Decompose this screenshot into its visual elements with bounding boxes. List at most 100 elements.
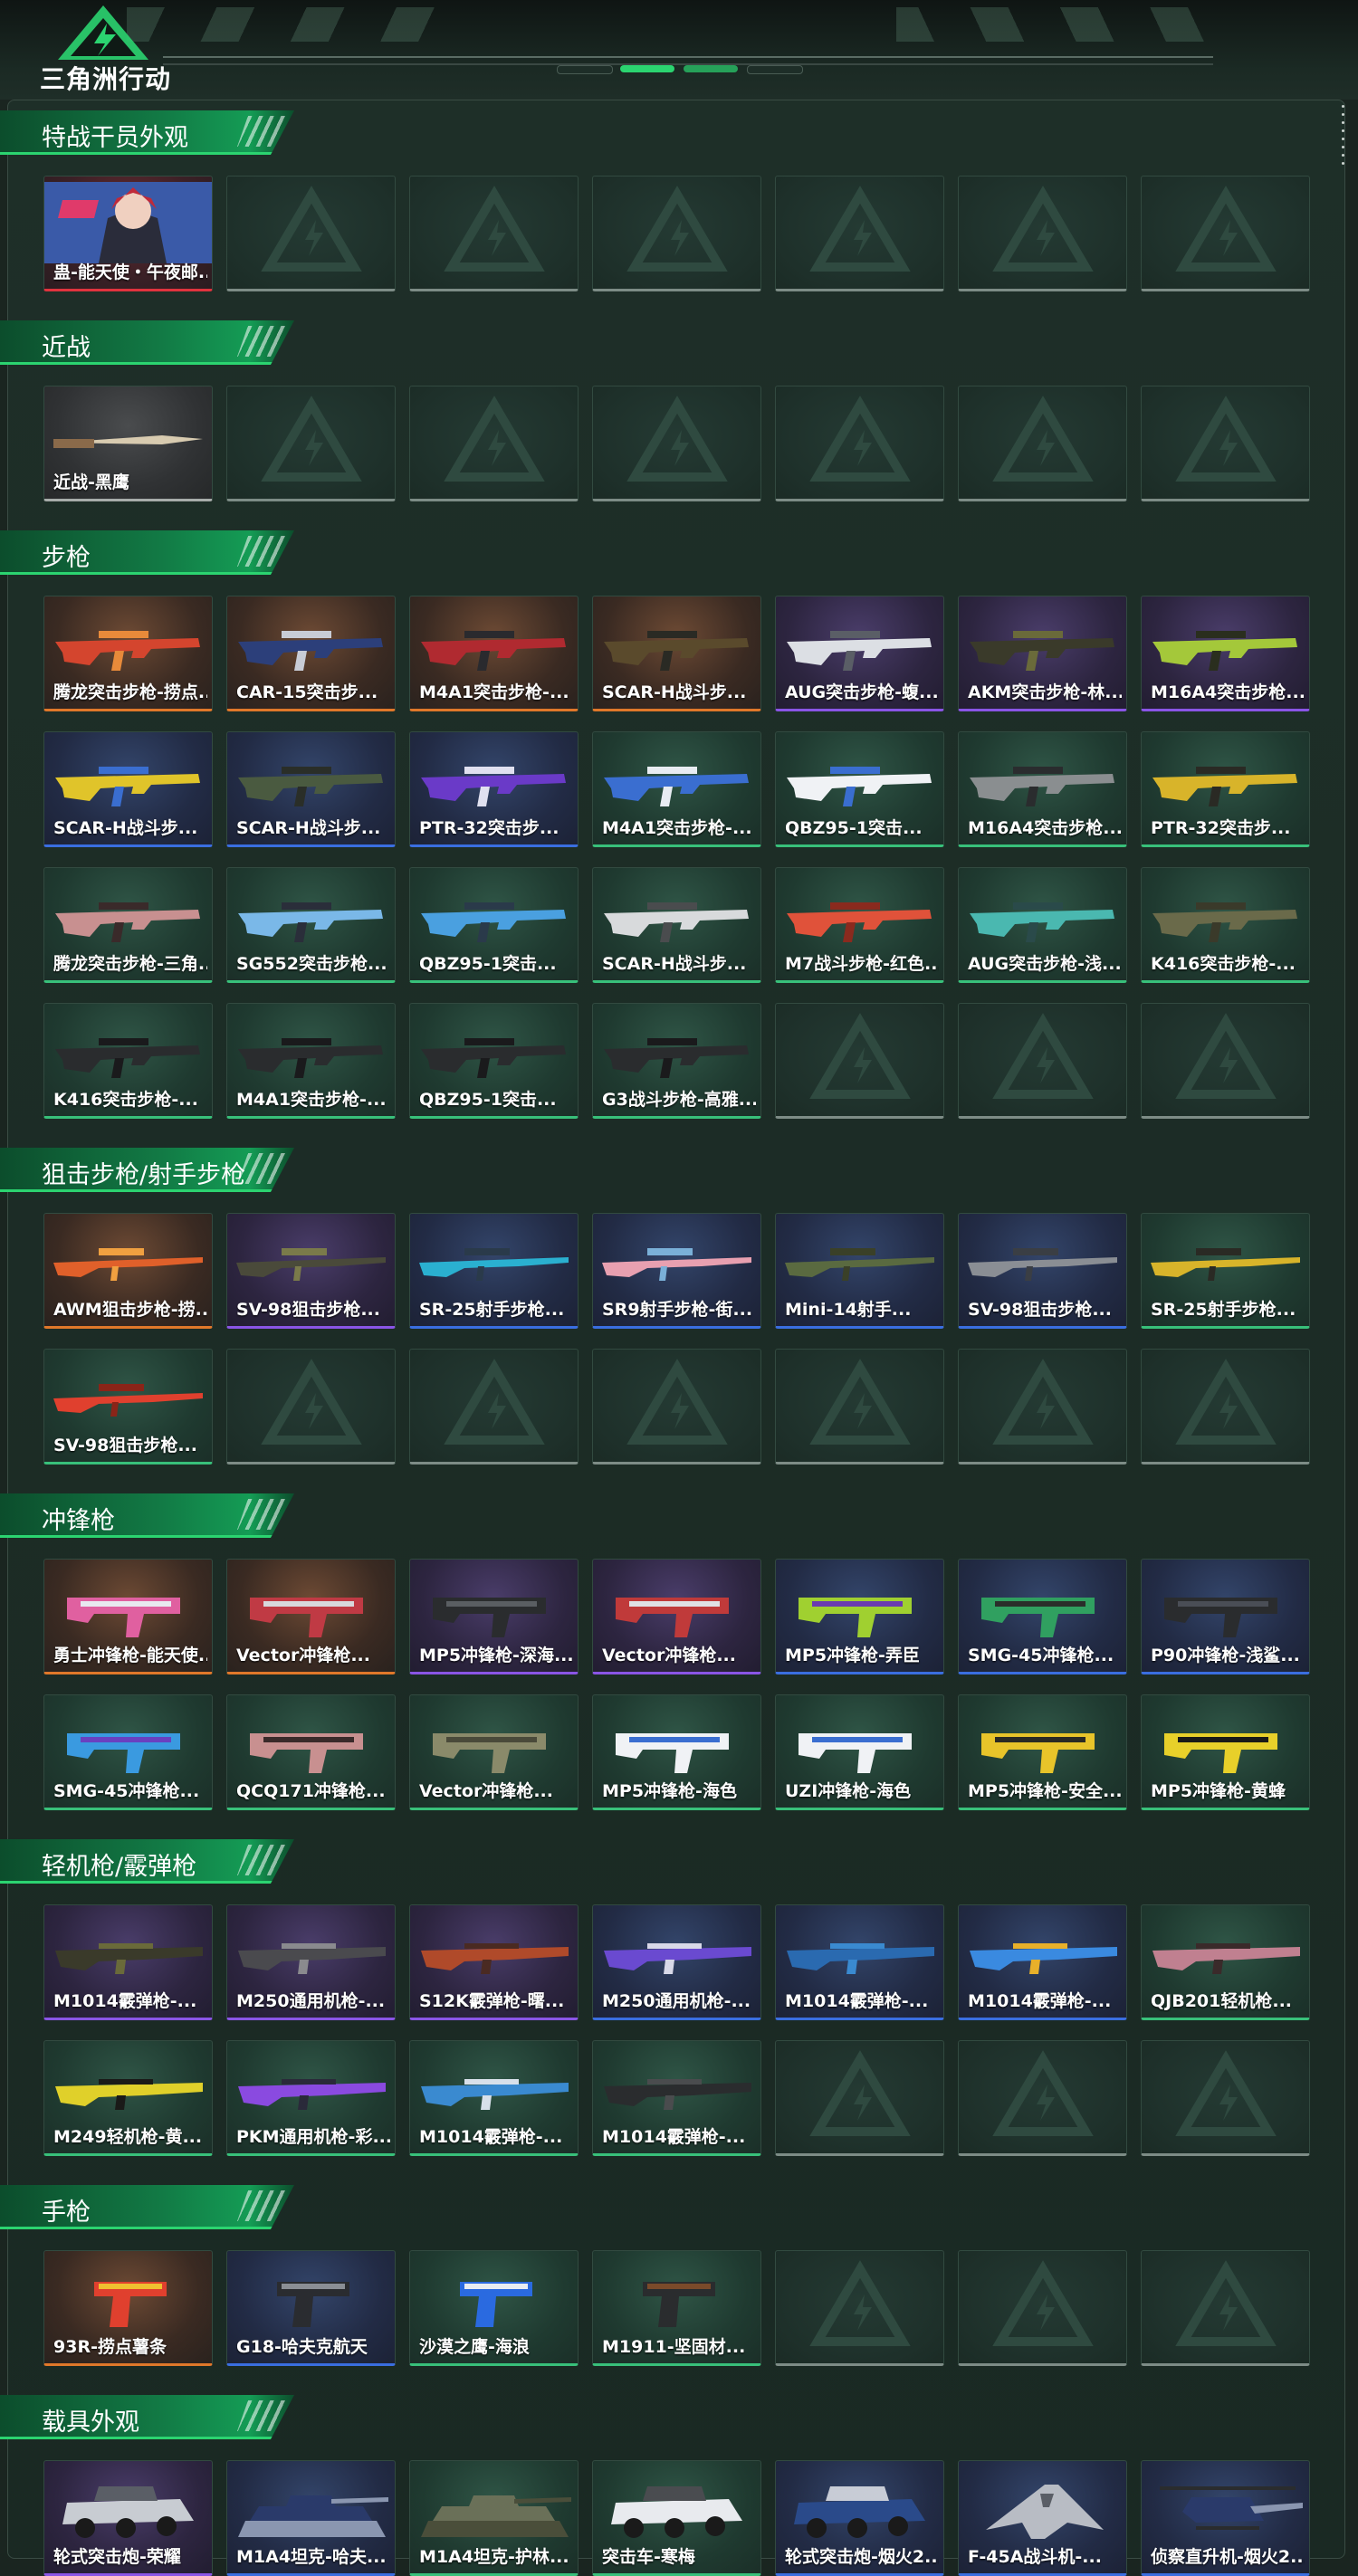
locked-slot-icon xyxy=(1175,1013,1277,1099)
item-card[interactable]: SMG-45冲锋枪... xyxy=(43,1694,213,1810)
item-card[interactable]: G18-哈夫克航天 xyxy=(226,2250,396,2366)
locked-slot-icon xyxy=(809,186,911,272)
item-card[interactable]: M1014霰弹枪-... xyxy=(592,2040,761,2156)
item-name: M16A4突击步枪... xyxy=(1151,682,1305,702)
item-card[interactable]: M1A4坦克-哈夫... xyxy=(226,2460,396,2576)
item-card[interactable]: 腾龙突击步枪-捞点... xyxy=(43,596,213,711)
item-card[interactable]: P90冲锋枪-浅鲨... xyxy=(1141,1559,1310,1674)
item-card[interactable]: MP5冲锋枪-海色 xyxy=(592,1694,761,1810)
item-card[interactable]: Vector冲锋枪... xyxy=(592,1559,761,1674)
item-card[interactable]: Mini-14射手... xyxy=(775,1213,944,1329)
item-card[interactable]: SCAR-H战斗步... xyxy=(592,596,761,711)
item-card[interactable]: 轮式突击炮-荣耀 xyxy=(43,2460,213,2576)
item-card[interactable]: Vector冲锋枪... xyxy=(226,1559,396,1674)
item-card[interactable]: SV-98狙击步枪... xyxy=(958,1213,1127,1329)
smg-icon xyxy=(433,1598,546,1637)
item-card[interactable]: M16A4突击步枪... xyxy=(958,731,1127,847)
item-name: M1014霰弹枪-... xyxy=(53,1991,197,2011)
section-title: 手枪 xyxy=(42,2199,91,2227)
item-card[interactable]: M1911-坚固材... xyxy=(592,2250,761,2366)
item-card[interactable]: M250通用机枪-... xyxy=(592,1904,761,2020)
item-card[interactable]: MP5冲锋枪-深海... xyxy=(409,1559,579,1674)
item-card[interactable]: 腾龙突击步枪-三角... xyxy=(43,867,213,983)
item-card[interactable]: G3战斗步枪-高雅... xyxy=(592,1003,761,1119)
shotgun-icon xyxy=(421,1943,569,1974)
item-card[interactable]: AUG突击步枪-浅... xyxy=(958,867,1127,983)
item-card[interactable]: M250通用机枪-... xyxy=(226,1904,396,2020)
rifle-icon xyxy=(604,902,749,942)
item-card[interactable]: K416突击步枪-... xyxy=(43,1003,213,1119)
item-card[interactable]: AUG突击步枪-蝮... xyxy=(775,596,944,711)
item-card[interactable]: MP5冲锋枪-安全... xyxy=(958,1694,1127,1810)
item-name: Vector冲锋枪... xyxy=(236,1646,370,1665)
item-card[interactable]: QJB201轻机枪... xyxy=(1141,1904,1310,2020)
item-card[interactable]: PTR-32突击步... xyxy=(409,731,579,847)
item-card[interactable]: Vector冲锋枪... xyxy=(409,1694,579,1810)
rifle-icon xyxy=(1152,631,1297,671)
item-card[interactable]: M1014霰弹枪-... xyxy=(775,1904,944,2020)
item-card[interactable]: M4A1突击步枪-... xyxy=(226,1003,396,1119)
item-card[interactable]: M4A1突击步枪-... xyxy=(592,731,761,847)
item-card[interactable]: AKM突击步枪-林... xyxy=(958,596,1127,711)
item-card[interactable]: UZI冲锋枪-海色 xyxy=(775,1694,944,1810)
item-name: QJB201轻机枪... xyxy=(1151,1991,1293,2011)
item-card[interactable]: 勇士冲锋枪-能天使... xyxy=(43,1559,213,1674)
item-name: SV-98狙击步枪... xyxy=(236,1300,380,1320)
item-card[interactable]: SV-98狙击步枪... xyxy=(43,1349,213,1465)
item-card[interactable]: SG552突击步枪... xyxy=(226,867,396,983)
rifle-icon xyxy=(604,631,749,671)
item-card[interactable]: SCAR-H战斗步... xyxy=(43,731,213,847)
item-card[interactable]: MP5冲锋枪-黄蜂 xyxy=(1141,1694,1310,1810)
item-card[interactable]: S12K霰弹枪-曙... xyxy=(409,1904,579,2020)
item-card[interactable]: 蛊-能天使・午夜邮... xyxy=(43,176,213,291)
item-name: F-45A战斗机-... xyxy=(968,2547,1102,2567)
locked-slot-icon xyxy=(626,396,728,482)
locked-slot-icon xyxy=(809,1359,911,1445)
item-card[interactable]: PKM通用机枪-彩... xyxy=(226,2040,396,2156)
item-card[interactable]: M1014霰弹枪-... xyxy=(958,1904,1127,2020)
item-card[interactable]: SR9射手步枪-街... xyxy=(592,1213,761,1329)
rifle-icon xyxy=(238,631,383,671)
item-name: G3战斗步枪-高雅... xyxy=(602,1090,756,1110)
rifle-icon xyxy=(970,902,1114,942)
item-card[interactable]: 侦察直升机-烟火2... xyxy=(1141,2460,1310,2576)
item-card[interactable]: SMG-45冲锋枪... xyxy=(958,1559,1127,1674)
item-card[interactable]: M1A4坦克-护林... xyxy=(409,2460,579,2576)
item-card[interactable]: SR-25射手步枪... xyxy=(409,1213,579,1329)
empty-slot xyxy=(1141,1003,1310,1119)
item-card[interactable]: M1014霰弹枪-... xyxy=(43,1904,213,2020)
item-card[interactable]: 近战-黑鹰 xyxy=(43,386,213,501)
item-card[interactable]: CAR-15突击步... xyxy=(226,596,396,711)
item-card[interactable]: M1014霰弹枪-... xyxy=(409,2040,579,2156)
locked-slot-icon xyxy=(444,186,545,272)
item-card[interactable]: M16A4突击步枪... xyxy=(1141,596,1310,711)
item-card[interactable]: 沙漠之鹰-海浪 xyxy=(409,2250,579,2366)
item-card[interactable]: SCAR-H战斗步... xyxy=(592,867,761,983)
item-card[interactable]: 93R-捞点薯条 xyxy=(43,2250,213,2366)
item-card[interactable]: F-45A战斗机-... xyxy=(958,2460,1127,2576)
scrollbar[interactable] xyxy=(1338,100,1347,165)
empty-slot xyxy=(958,1003,1127,1119)
item-card[interactable]: MP5冲锋枪-弄臣 xyxy=(775,1559,944,1674)
item-card[interactable]: M4A1突击步枪-... xyxy=(409,596,579,711)
rifle-icon xyxy=(1152,902,1297,942)
item-card[interactable]: 轮式突击炮-烟火2... xyxy=(775,2460,944,2576)
item-card[interactable]: 突击车-寒梅 xyxy=(592,2460,761,2576)
item-card[interactable]: QBZ95-1突击... xyxy=(409,1003,579,1119)
item-card[interactable]: QBZ95-1突击... xyxy=(409,867,579,983)
locked-slot-icon xyxy=(626,1359,728,1445)
item-card[interactable]: AWM狙击步枪-捞... xyxy=(43,1213,213,1329)
item-card[interactable]: SR-25射手步枪... xyxy=(1141,1213,1310,1329)
item-card[interactable]: M7战斗步枪-红色... xyxy=(775,867,944,983)
item-name: CAR-15突击步... xyxy=(236,682,378,702)
item-name: MP5冲锋枪-海色 xyxy=(602,1781,737,1801)
item-card[interactable]: QCQ171冲锋枪... xyxy=(226,1694,396,1810)
locked-slot-icon xyxy=(444,1359,545,1445)
item-card[interactable]: SV-98狙击步枪... xyxy=(226,1213,396,1329)
item-card[interactable]: PTR-32突击步... xyxy=(1141,731,1310,847)
item-name: UZI冲锋枪-海色 xyxy=(785,1781,912,1801)
item-card[interactable]: K416突击步枪-... xyxy=(1141,867,1310,983)
item-card[interactable]: SCAR-H战斗步... xyxy=(226,731,396,847)
item-card[interactable]: M249轻机枪-黄... xyxy=(43,2040,213,2156)
item-card[interactable]: QBZ95-1突击... xyxy=(775,731,944,847)
